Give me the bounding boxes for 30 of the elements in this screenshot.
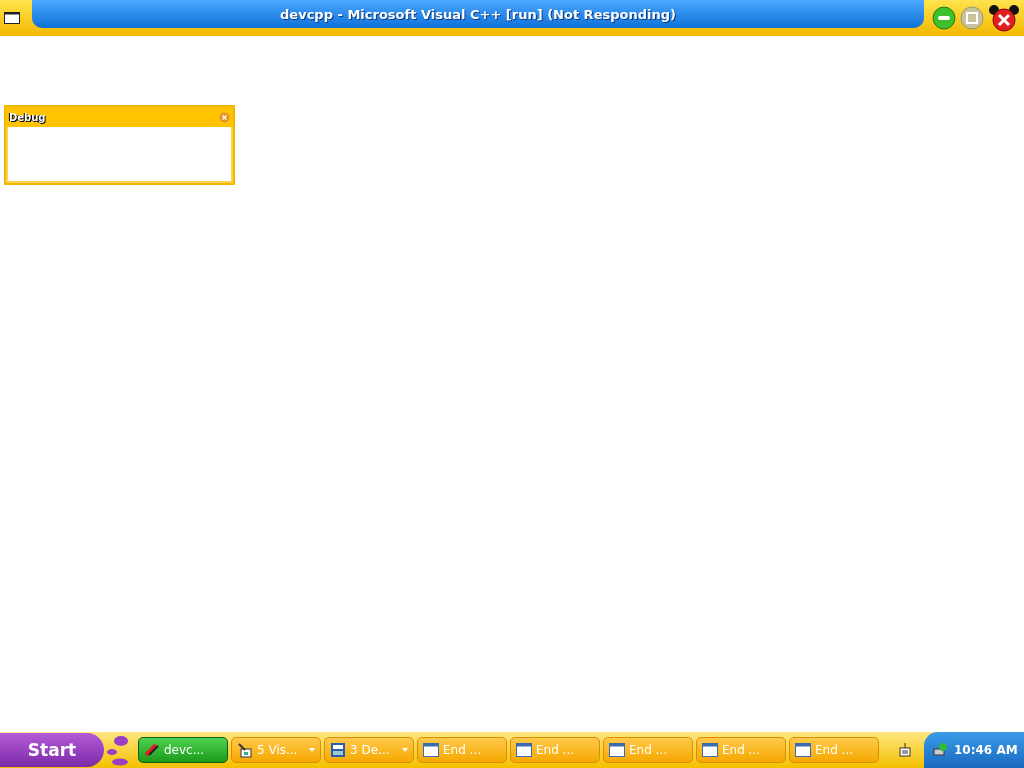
taskbar-button[interactable]: End ... (696, 737, 786, 763)
maximize-button[interactable] (960, 6, 984, 30)
taskbar-button[interactable]: End ... (603, 737, 693, 763)
window-icon (609, 743, 625, 757)
splash-drawing (104, 733, 130, 767)
taskbar-button[interactable]: 3 De... (324, 737, 414, 763)
clock[interactable]: 10:46 AM (954, 743, 1018, 757)
caret-icon (309, 748, 315, 752)
wrench-icon (144, 743, 160, 757)
window-icon (795, 743, 811, 757)
window-icon (516, 743, 532, 757)
window-icon (4, 12, 20, 24)
keyboard-icon[interactable] (899, 743, 911, 757)
close-button[interactable] (988, 3, 1020, 33)
start-button[interactable]: Start (0, 733, 104, 767)
window-icon (702, 743, 718, 757)
window-icon (423, 743, 439, 757)
close-icon[interactable] (219, 111, 230, 123)
taskbar-button[interactable]: End ... (510, 737, 600, 763)
tools-icon (237, 742, 253, 758)
panel-title: Debug (9, 111, 46, 123)
document-icon (330, 742, 346, 758)
network-icon[interactable] (932, 742, 948, 758)
taskbar-button[interactable]: devc... (138, 737, 228, 763)
caret-icon (402, 748, 408, 752)
taskbar-button[interactable]: End ... (789, 737, 879, 763)
taskbar-button[interactable]: End ... (417, 737, 507, 763)
taskbar-button[interactable]: 5 Vis... (231, 737, 321, 763)
window-title: devcpp - Microsoft Visual C++ [run] (Not Responding) (280, 6, 676, 22)
minimize-button[interactable] (932, 6, 956, 30)
